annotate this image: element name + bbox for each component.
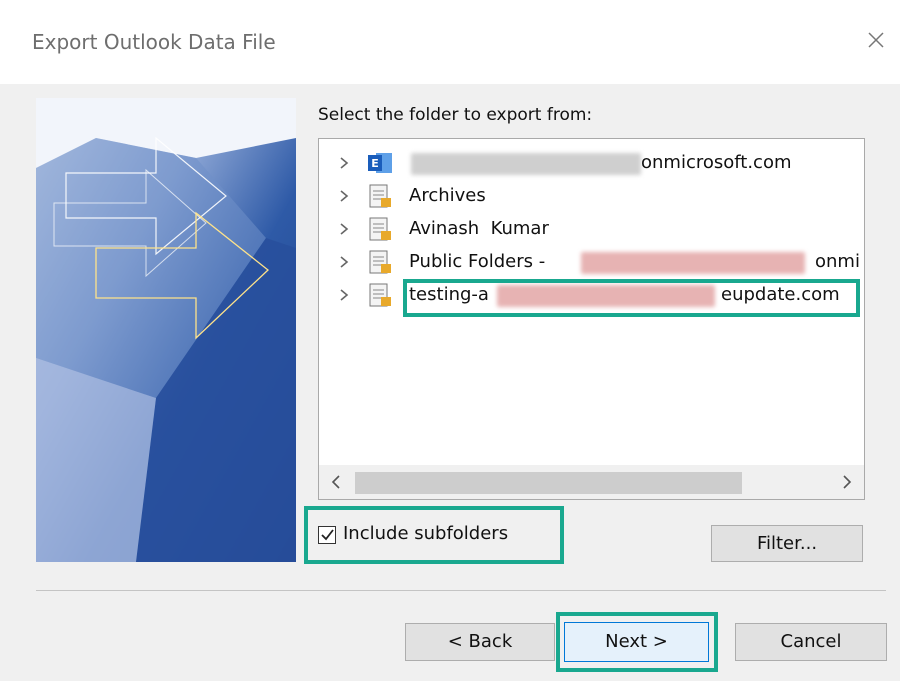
- tree-item-label: Avinash Kumar: [409, 218, 549, 239]
- redacted-text: [581, 252, 805, 274]
- folder-prompt: Select the folder to export from:: [318, 105, 593, 125]
- chevron-right-icon[interactable]: [337, 155, 351, 171]
- scrollbar-thumb[interactable]: [355, 472, 742, 494]
- chevron-right-icon[interactable]: [337, 287, 351, 303]
- next-button[interactable]: Next >: [564, 622, 709, 662]
- dialog-title: Export Outlook Data File: [32, 30, 276, 54]
- folder-tree[interactable]: E onmicrosoft.com Archives Avinash Kumar…: [318, 138, 865, 500]
- redacted-text: [497, 285, 715, 307]
- pst-file-icon: [369, 250, 391, 274]
- include-subfolders-checkbox[interactable]: Include subfolders: [310, 512, 560, 556]
- pst-file-icon: [369, 184, 391, 208]
- pst-file-icon: [369, 217, 391, 241]
- export-outlook-data-file-dialog: Export Outlook Data File Select the fold…: [0, 0, 900, 681]
- footer-divider: [36, 590, 886, 591]
- tree-item-label: testing-a: [409, 284, 489, 305]
- tree-item-label: Archives: [409, 185, 486, 206]
- svg-text:E: E: [371, 157, 379, 170]
- horizontal-scrollbar[interactable]: [319, 465, 864, 499]
- chevron-right-icon[interactable]: [337, 188, 351, 204]
- exchange-account-icon: E: [368, 153, 392, 173]
- tree-item[interactable]: E onmicrosoft.com: [319, 147, 864, 181]
- back-button[interactable]: < Back: [405, 623, 555, 661]
- tree-item[interactable]: Avinash Kumar: [319, 213, 864, 247]
- scroll-right-icon[interactable]: [836, 471, 858, 493]
- close-icon: [868, 32, 884, 48]
- tree-item[interactable]: Public Folders - onmi: [319, 246, 864, 280]
- chevron-right-icon[interactable]: [337, 254, 351, 270]
- tree-item-selected[interactable]: testing-a eupdate.com: [319, 279, 864, 313]
- checkmark-icon: [321, 529, 334, 541]
- redacted-text: [411, 153, 641, 175]
- pst-file-icon: [369, 283, 391, 307]
- title-bar: Export Outlook Data File: [0, 0, 900, 84]
- tree-item-suffix: eupdate.com: [721, 284, 840, 305]
- filter-button[interactable]: Filter...: [711, 525, 863, 562]
- tree-item-suffix: onmi: [815, 251, 860, 272]
- checkbox-box[interactable]: [318, 526, 336, 544]
- wizard-side-image: [36, 98, 296, 562]
- include-subfolders-label: Include subfolders: [343, 523, 509, 544]
- scroll-left-icon[interactable]: [325, 471, 347, 493]
- tree-item[interactable]: Archives: [319, 180, 864, 214]
- cancel-button[interactable]: Cancel: [735, 623, 887, 661]
- chevron-right-icon[interactable]: [337, 221, 351, 237]
- tree-item-label: onmicrosoft.com: [641, 152, 792, 173]
- export-arrows-graphic: [36, 98, 296, 562]
- close-button[interactable]: [860, 24, 892, 56]
- tree-item-label: Public Folders -: [409, 251, 546, 272]
